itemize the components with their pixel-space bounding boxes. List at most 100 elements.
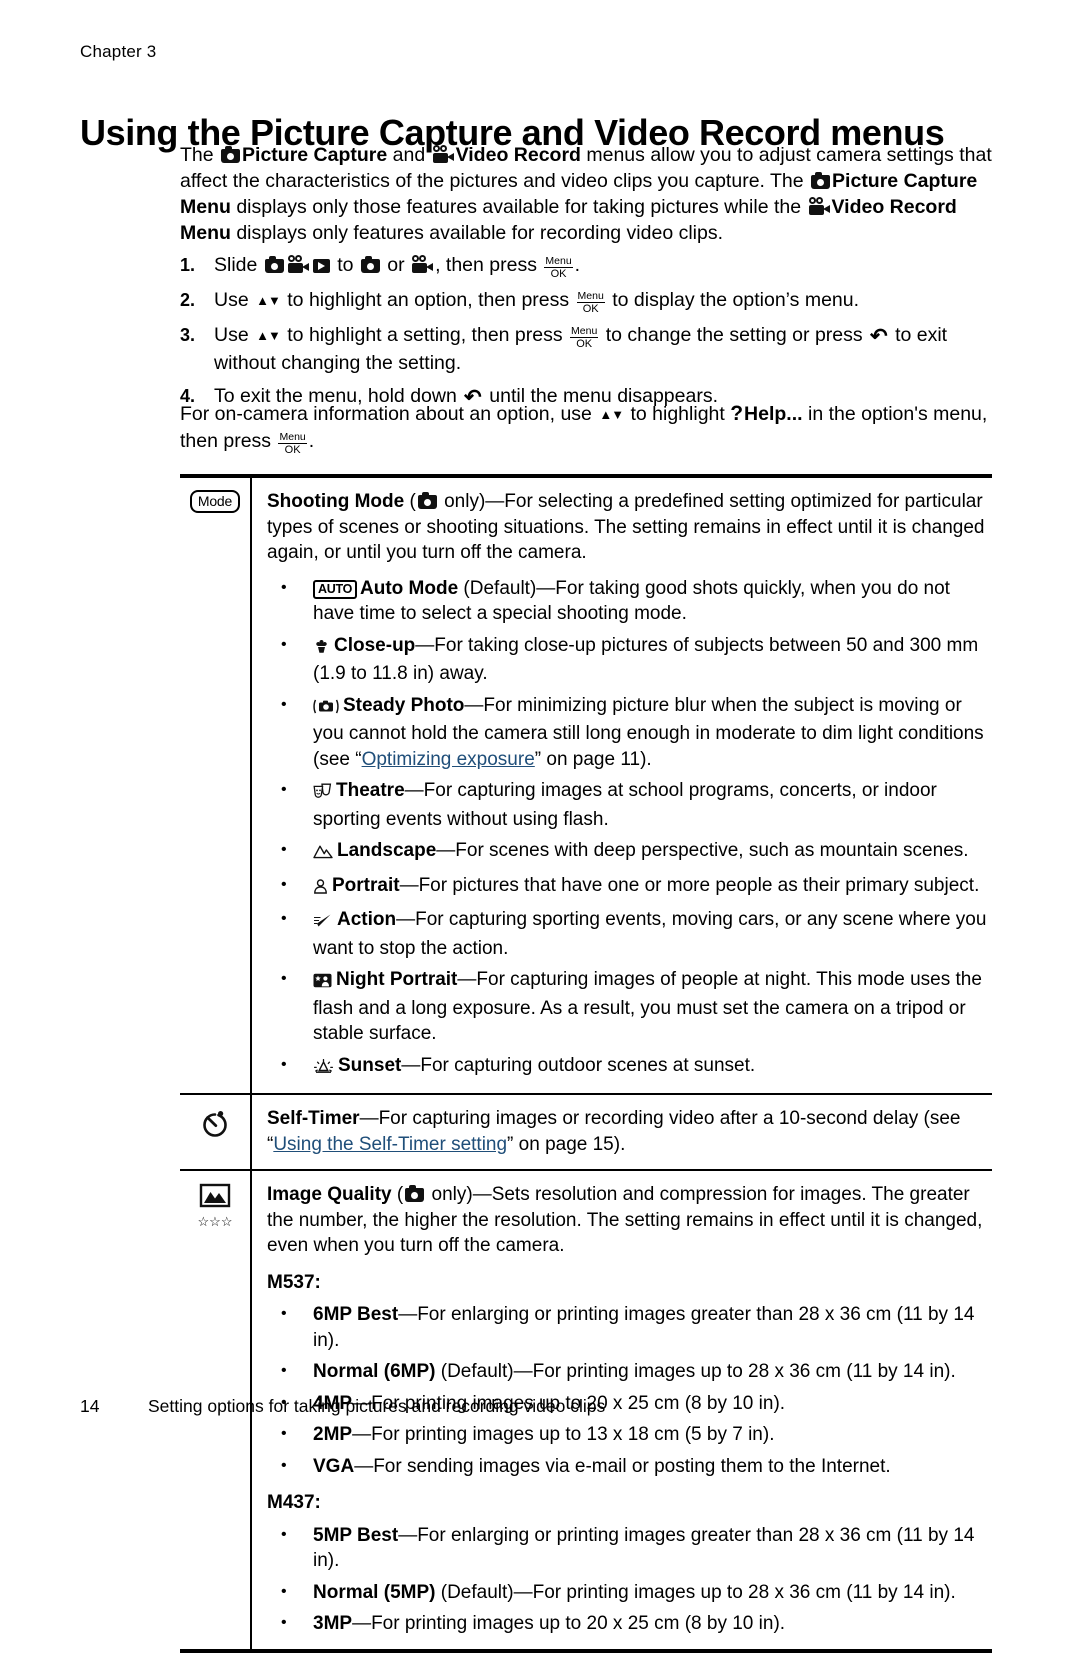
closing-part-1: For on-camera information about an optio…: [180, 403, 598, 425]
quality-text: —For enlarging or printing images greate…: [313, 1524, 975, 1572]
list-item-sunset: Sunset—For capturing outdoor scenes at s…: [267, 1052, 992, 1082]
qualifier-open: (: [391, 1184, 404, 1205]
numbered-steps-list: 1. Slide to or , then press Menu OK. 2. U…: [180, 252, 992, 418]
step-1-part-3: or: [381, 254, 411, 276]
portrait-label: Portrait: [332, 874, 400, 896]
menu-key-bottom-label: OK: [278, 443, 307, 456]
step-1-text: Slide to or , then press Menu OK.: [214, 252, 992, 280]
picture-capture-menu-camera-icon: [811, 172, 831, 189]
shooting-mode-body: Shooting Mode ( only)—For selecting a pr…: [252, 478, 992, 1093]
self-timer-body: Self-Timer—For capturing images or recor…: [252, 1095, 992, 1169]
up-down-arrows-icon: ▲▼: [256, 328, 281, 343]
list-item-5mp-best: 5MP Best—For enlarging or printing image…: [267, 1522, 992, 1574]
step-1: 1. Slide to or , then press Menu OK.: [180, 252, 992, 280]
self-timer-icon: [198, 1107, 232, 1146]
camera-mode-icon: [264, 256, 284, 273]
quality-label: VGA: [313, 1455, 355, 1477]
menu-key-top-label: Menu: [571, 324, 598, 337]
quality-label: 6MP Best: [313, 1304, 399, 1325]
closing-part-4: .: [308, 430, 315, 452]
step-3-number: 3.: [180, 325, 196, 345]
theatre-label: Theatre: [336, 780, 405, 801]
list-item-normal-5mp: Normal (5MP) (Default)—For printing imag…: [267, 1579, 992, 1606]
sunset-icon: [313, 1056, 334, 1082]
step-2-part-2: to highlight an option, then press: [281, 289, 575, 311]
menu-key-bottom-label: OK: [576, 302, 605, 315]
list-item-close-up: Close-up—For taking close-up pictures of…: [267, 632, 992, 687]
step-1-part-5: .: [574, 254, 581, 276]
sunset-label: Sunset: [338, 1054, 402, 1076]
menu-key-top-label: Menu: [577, 289, 604, 302]
menu-ok-key-icon: Menu OK: [570, 324, 599, 351]
quality-text: —For sending images via e-mail or postin…: [354, 1455, 891, 1477]
help-instruction-paragraph: For on-camera information about an optio…: [180, 400, 992, 456]
intro-text-1: The: [180, 144, 220, 166]
link-page-ref: ” on page 15: [507, 1133, 614, 1155]
quality-label: 3MP: [313, 1613, 353, 1634]
menu-ok-key-icon: Menu OK: [278, 430, 307, 457]
video-mode-icon: [287, 255, 309, 273]
self-timer-title: Self-Timer: [267, 1108, 360, 1129]
auto-mode-label: Auto Mode: [360, 577, 459, 599]
help-menu-label: Help...: [744, 403, 803, 425]
self-timer-text-tail: ).: [613, 1133, 626, 1155]
back-arrow-icon: ↷: [870, 325, 888, 348]
list-item-vga: VGA—For sending images via e-mail or pos…: [267, 1453, 992, 1480]
menu-key-bottom-label: OK: [544, 267, 573, 280]
menu-key-bottom-label: OK: [570, 337, 599, 350]
quality-note: (Default): [435, 1581, 514, 1603]
help-question-mark-icon: ?: [730, 402, 744, 425]
link-using-self-timer-setting[interactable]: Using the Self-Timer setting: [273, 1134, 507, 1155]
list-item-night-portrait: Night Portrait—For capturing images of p…: [267, 966, 992, 1047]
picture-capture-only-icon: [417, 492, 437, 509]
menu-key-top-label: Menu: [279, 430, 306, 443]
quality-label: Normal (5MP): [313, 1581, 436, 1603]
closing-part-2: to highlight: [625, 403, 731, 425]
self-timer-icon-cell: [180, 1095, 252, 1169]
night-portrait-label: Night Portrait: [336, 969, 458, 990]
qualifier-open: (: [404, 491, 416, 512]
qualifier-close: only): [438, 491, 486, 512]
step-1-part-4: , then press: [435, 254, 543, 276]
quality-text: —For enlarging or printing images greate…: [313, 1304, 975, 1351]
link-optimizing-exposure[interactable]: Optimizing exposure: [362, 749, 535, 770]
menu-ok-key-icon: Menu OK: [544, 255, 573, 281]
shooting-mode-title: Shooting Mode: [267, 491, 405, 512]
image-quality-icon: ☆☆☆: [198, 1183, 232, 1228]
footer-text: Setting options for taking pictures and …: [148, 1396, 606, 1416]
steady-photo-icon: [313, 696, 339, 722]
model-m537-heading: M537:: [267, 1271, 321, 1293]
picture-capture-label: Picture Capture: [242, 144, 388, 166]
quality-text: —For printing images up to 20 x 25 cm (8…: [352, 1613, 786, 1634]
picture-capture-only-icon: [405, 1185, 425, 1202]
steady-photo-text-tail: ).: [640, 748, 652, 770]
list-item-theatre: Theatre—For capturing images at school p…: [267, 777, 992, 832]
camera-mode-target-icon: [360, 256, 380, 273]
step-2: 2. Use ▲▼ to highlight an option, then p…: [180, 287, 992, 315]
list-item-action: Action—For capturing sporting events, mo…: [267, 906, 992, 961]
table-row-self-timer: Self-Timer—For capturing images or recor…: [180, 1095, 992, 1171]
table-row-shooting-mode: Mode Shooting Mode ( only)—For selecting…: [180, 478, 992, 1095]
step-2-part-3: to display the option’s menu.: [606, 289, 860, 311]
portrait-icon: [313, 876, 328, 902]
up-down-arrows-icon: ▲▼: [599, 407, 624, 422]
intro-text-4: displays only those features available f…: [230, 196, 807, 218]
list-item-steady-photo: Steady Photo—For minimizing picture blur…: [267, 692, 992, 773]
step-3-part-1: Use: [214, 324, 255, 346]
video-record-menu-camera-icon: [808, 197, 830, 215]
image-quality-description: Image Quality ( only)—Sets resolution an…: [267, 1182, 992, 1259]
model-m437-heading: M437:: [267, 1492, 321, 1513]
theatre-text: —For capturing images at school programs…: [313, 780, 937, 830]
self-timer-lead-text: For capturing images or recording video …: [378, 1108, 961, 1129]
self-timer-description: Self-Timer—For capturing images or recor…: [267, 1106, 992, 1157]
quality-label: 2MP: [313, 1424, 353, 1445]
picture-capture-camera-icon: [221, 146, 241, 163]
steady-photo-label: Steady Photo: [343, 694, 465, 716]
step-3: 3. Use ▲▼ to highlight a setting, then p…: [180, 322, 992, 376]
step-1-part-1: Slide: [214, 254, 263, 276]
up-down-arrows-icon: ▲▼: [256, 293, 281, 308]
list-item-6mp-best: 6MP Best—For enlarging or printing image…: [267, 1301, 992, 1353]
menu-ok-key-icon: Menu OK: [576, 289, 605, 316]
quality-text: —For printing images up to 28 x 36 cm (1…: [513, 1581, 956, 1603]
quality-text: —For printing images up to 13 x 18 cm (5…: [352, 1424, 775, 1445]
